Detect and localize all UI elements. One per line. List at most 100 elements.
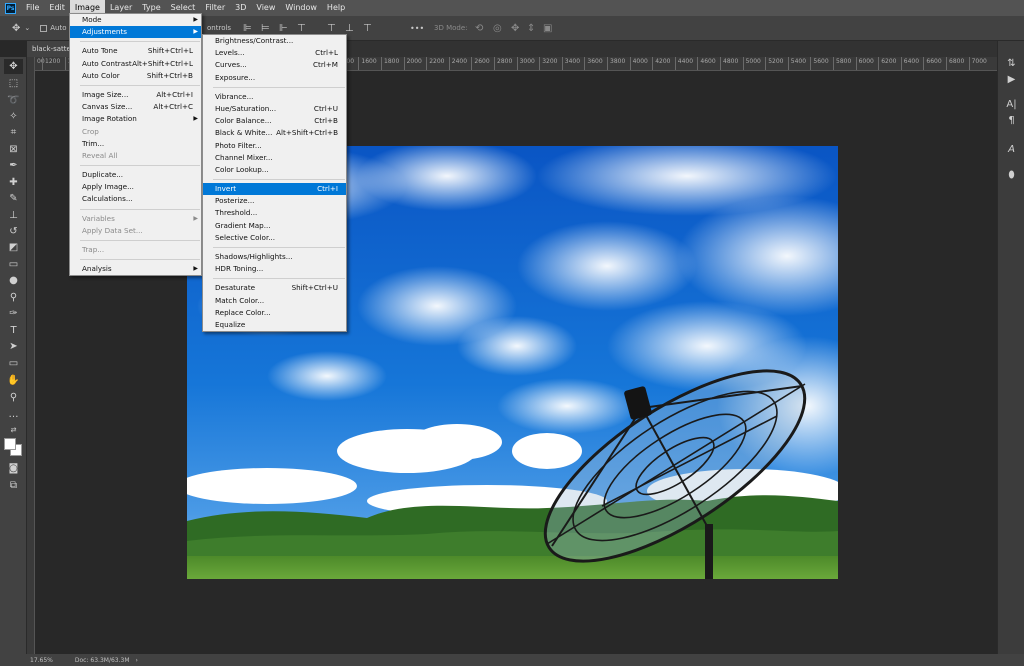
gradient-tool-icon[interactable]: ▭	[4, 257, 23, 272]
image-menu-item-canvas-size[interactable]: Canvas Size... Alt+Ctrl+C	[70, 101, 201, 113]
3d-slide-icon[interactable]: ⇕	[527, 23, 535, 34]
brush-settings-icon[interactable]: ⬮	[1003, 168, 1020, 183]
character-panel-icon[interactable]: A|	[1003, 97, 1020, 112]
distribute-middle-icon[interactable]: ⊥	[345, 23, 354, 34]
glyphs-panel-icon[interactable]: A	[1003, 142, 1020, 157]
image-menu-item-apply-image[interactable]: Apply Image...	[70, 181, 201, 193]
adjustments-item-threshold[interactable]: Threshold...	[203, 207, 346, 219]
history-brush-icon[interactable]: ↺	[4, 224, 23, 239]
magic-wand-icon[interactable]: ✧	[4, 109, 23, 124]
lasso-tool-icon[interactable]: ➰	[4, 93, 23, 108]
align-top-icon[interactable]: ⊤	[297, 23, 306, 34]
swap-colors-icon[interactable]: ⇄	[4, 422, 23, 437]
distribute-bottom-icon[interactable]: ⊤	[363, 23, 372, 34]
3d-scale-icon[interactable]: ▣	[543, 23, 552, 34]
menu-item-label: Apply Image...	[82, 182, 134, 192]
healing-brush-icon[interactable]: ✚	[4, 175, 23, 190]
adjustments-item-black-white[interactable]: Black & White... Alt+Shift+Ctrl+B	[203, 127, 346, 139]
move-tool-icon[interactable]: ✥	[4, 59, 23, 74]
frame-tool-icon[interactable]: ⊠	[4, 142, 23, 157]
image-menu-item-auto-color[interactable]: Auto Color Shift+Ctrl+B	[70, 70, 201, 82]
adjustments-item-brightness-contrast[interactable]: Brightness/Contrast...	[203, 35, 346, 47]
image-menu-item-calculations[interactable]: Calculations...	[70, 193, 201, 205]
ruler-tick-label: 6400	[900, 57, 919, 70]
adjustments-item-replace-color[interactable]: Replace Color...	[203, 307, 346, 319]
3d-roll-icon[interactable]: ◎	[493, 23, 502, 34]
image-menu-item-image-size[interactable]: Image Size... Alt+Ctrl+I	[70, 89, 201, 101]
adjustments-item-levels[interactable]: Levels... Ctrl+L	[203, 47, 346, 59]
image-menu-item-trim[interactable]: Trim...	[70, 138, 201, 150]
align-right-icon[interactable]: ⊩	[279, 23, 288, 34]
path-selection-icon[interactable]: ➤	[4, 339, 23, 354]
menu-window[interactable]: Window	[280, 0, 322, 16]
more-tools-icon[interactable]: …	[4, 407, 23, 422]
menu-filter[interactable]: Filter	[200, 0, 230, 16]
adjustments-item-selective-color[interactable]: Selective Color...	[203, 232, 346, 244]
submenu-arrow-icon: ▶	[193, 115, 198, 123]
adjustments-item-exposure[interactable]: Exposure...	[203, 72, 346, 84]
adjustments-item-desaturate[interactable]: Desaturate Shift+Ctrl+U	[203, 282, 346, 294]
adjustments-item-color-balance[interactable]: Color Balance... Ctrl+B	[203, 115, 346, 127]
blur-tool-icon[interactable]: ●	[4, 273, 23, 288]
pen-tool-icon[interactable]: ✑	[4, 306, 23, 321]
adjustments-item-channel-mixer[interactable]: Channel Mixer...	[203, 152, 346, 164]
eraser-tool-icon[interactable]: ◩	[4, 240, 23, 255]
align-left-icon[interactable]: ⊫	[243, 23, 252, 34]
zoom-level[interactable]: 17.65%	[30, 657, 53, 664]
marquee-tool-icon[interactable]: ⬚	[4, 76, 23, 91]
menu-item-shortcut: Shift+Ctrl+B	[146, 70, 193, 80]
zoom-tool-icon[interactable]: ⚲	[4, 390, 23, 405]
adjustments-item-match-color[interactable]: Match Color...	[203, 295, 346, 307]
image-menu-item-analysis[interactable]: Analysis ▶	[70, 263, 201, 275]
adjustments-item-color-lookup[interactable]: Color Lookup...	[203, 164, 346, 176]
adjustments-item-hdr-toning[interactable]: HDR Toning...	[203, 263, 346, 275]
dodge-tool-icon[interactable]: ⚲	[4, 290, 23, 305]
history-panel-icon[interactable]: ⇅	[1003, 56, 1020, 71]
adjustments-item-posterize[interactable]: Posterize...	[203, 195, 346, 207]
image-menu-item-image-rotation[interactable]: Image Rotation ▶	[70, 113, 201, 125]
clone-stamp-icon[interactable]: ⊥	[4, 208, 23, 223]
menu-item-label: Levels...	[215, 48, 245, 58]
foreground-color-swatch[interactable]	[4, 438, 16, 450]
menu-view[interactable]: View	[251, 0, 280, 16]
distribute-top-icon[interactable]: ⊤	[327, 23, 336, 34]
image-menu-item-mode[interactable]: Mode ▶	[70, 14, 201, 26]
adjustments-item-photo-filter[interactable]: Photo Filter...	[203, 140, 346, 152]
3d-pan-icon[interactable]: ✥	[511, 23, 519, 34]
ruler-tick-label: 4200	[652, 57, 670, 70]
screen-mode-icon[interactable]: ⧉	[4, 478, 23, 493]
image-menu-item-duplicate[interactable]: Duplicate...	[70, 169, 201, 181]
menu-3d[interactable]: 3D	[230, 0, 251, 16]
photoshop-logo-icon[interactable]: Ps	[5, 2, 16, 14]
adjustments-item-curves[interactable]: Curves... Ctrl+M	[203, 59, 346, 71]
adjustments-item-vibrance[interactable]: Vibrance...	[203, 91, 346, 103]
brush-tool-icon[interactable]: ✎	[4, 191, 23, 206]
adjustments-item-hue-saturation[interactable]: Hue/Saturation... Ctrl+U	[203, 103, 346, 115]
rectangle-tool-icon[interactable]: ▭	[4, 356, 23, 371]
menu-file[interactable]: File	[21, 0, 44, 16]
paragraph-panel-icon[interactable]: ¶	[1003, 113, 1020, 128]
type-tool-icon[interactable]: T	[4, 323, 23, 338]
auto-select-checkbox[interactable]	[40, 24, 48, 32]
image-menu-item-auto-contrast[interactable]: Auto Contrast Alt+Shift+Ctrl+L	[70, 58, 201, 70]
quick-mask-icon[interactable]: ◙	[4, 461, 23, 476]
adjustments-item-shadows-highlights[interactable]: Shadows/Highlights...	[203, 251, 346, 263]
adjustments-item-gradient-map[interactable]: Gradient Map...	[203, 220, 346, 232]
menu-help[interactable]: Help	[322, 0, 350, 16]
image-menu-item-auto-tone[interactable]: Auto Tone Shift+Ctrl+L	[70, 45, 201, 57]
crop-tool-icon[interactable]: ⌗	[4, 125, 23, 140]
more-options-icon[interactable]: •••	[410, 24, 424, 33]
menu-edit[interactable]: Edit	[44, 0, 70, 16]
align-center-icon[interactable]: ⊨	[261, 23, 270, 34]
move-tool-icon[interactable]: ✥	[12, 23, 20, 34]
chevron-down-icon[interactable]: ⌄	[24, 24, 30, 32]
hand-tool-icon[interactable]: ✋	[4, 373, 23, 388]
image-menu-item-adjustments[interactable]: Adjustments ▶	[70, 26, 201, 39]
status-menu-icon[interactable]: ›	[136, 657, 138, 664]
actions-play-icon[interactable]: ▶	[1003, 72, 1020, 87]
3d-orbit-icon[interactable]: ⟲	[475, 23, 483, 34]
eyedropper-tool-icon[interactable]: ✒	[4, 158, 23, 173]
document-tab[interactable]: black-satte	[27, 41, 69, 57]
adjustments-item-equalize[interactable]: Equalize	[203, 319, 346, 331]
adjustments-item-invert[interactable]: Invert Ctrl+I	[203, 183, 346, 196]
